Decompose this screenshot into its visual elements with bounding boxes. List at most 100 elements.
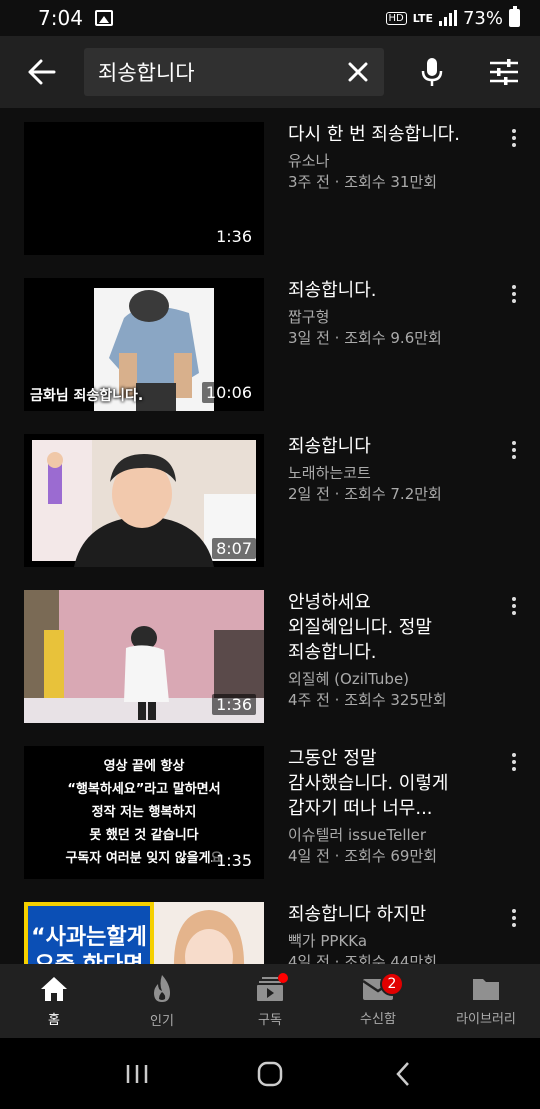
- home-circle-icon: [257, 1061, 283, 1086]
- video-duration: 1:36: [212, 694, 256, 715]
- search-header: 죄송합니다: [0, 36, 540, 108]
- video-meta: 죄송합니다 노래하는코트 2일 전 · 조회수 7.2만회: [288, 434, 493, 505]
- video-result-1[interactable]: 1:36 다시 한 번 죄송합니다. 유소나 3주 전 · 조회수 31만회: [0, 108, 540, 264]
- video-duration: 10:06: [201, 382, 256, 403]
- thumbnail-text-line: 영상 끝에 항상: [103, 759, 185, 774]
- video-duration: 1:35: [212, 850, 256, 871]
- system-navigation-bar: [0, 1038, 540, 1109]
- thumbnail-text-line: “행복하세요”라고 말하면서: [67, 782, 221, 797]
- video-result-2[interactable]: 금화님 죄송합니다. 10:06 죄송합니다. 짭구형 3일 전 · 조회수 9…: [0, 264, 540, 420]
- signal-icon: [438, 10, 457, 26]
- nav-inbox[interactable]: 2 수신함: [324, 964, 432, 1038]
- video-title-line: 죄송합니다.: [288, 642, 377, 663]
- battery-percent: 73%: [462, 7, 503, 29]
- thumbnail-text-line: 못 했던 것 같습니다: [89, 828, 199, 843]
- video-title-line: 갑자기 떠나 너무...: [288, 798, 433, 819]
- video-title[interactable]: 안녕하세요 외질혜입니다. 정말 죄송합니다.: [288, 590, 493, 665]
- hd-voice-icon: HD: [385, 11, 407, 25]
- video-title[interactable]: 죄송합니다 하지만: [288, 902, 493, 927]
- video-stats: 3주 전 · 조회수 31만회: [288, 173, 438, 191]
- gallery-notification-icon: [94, 10, 113, 26]
- search-input[interactable]: 죄송합니다: [84, 48, 384, 96]
- video-thumbnail[interactable]: 금화님 죄송합니다. 10:06: [24, 278, 264, 411]
- search-results-list: 1:36 다시 한 번 죄송합니다. 유소나 3주 전 · 조회수 31만회 금…: [0, 108, 540, 964]
- woman-portrait-image: [154, 902, 264, 964]
- video-thumbnail[interactable]: “사과는할게 요즘 한다면: [24, 902, 264, 964]
- bottom-navigation: 홈 인기 구독 2 수신함 라이브러리: [0, 964, 540, 1038]
- more-options-button[interactable]: [504, 282, 524, 306]
- home-icon: [41, 976, 67, 1001]
- video-title[interactable]: 다시 한 번 죄송합니다.: [288, 122, 493, 147]
- search-query-text: 죄송합니다: [98, 61, 195, 85]
- nav-trending[interactable]: 인기: [108, 964, 216, 1038]
- voice-search-button[interactable]: [412, 54, 452, 90]
- search-filters-button[interactable]: [484, 54, 524, 90]
- nav-home[interactable]: 홈: [0, 964, 108, 1038]
- channel-name[interactable]: 이슈텔러 issueTeller: [288, 825, 493, 845]
- video-thumbnail[interactable]: 1:36: [24, 122, 264, 255]
- video-stats: 3일 전 · 조회수 9.6만회: [288, 329, 442, 347]
- more-options-button[interactable]: [504, 438, 524, 462]
- thumbnail-text-line: 정작 저는 행복하지: [91, 805, 197, 820]
- status-bar: 7:04 HD LTE 73%: [0, 0, 540, 36]
- video-title-line: 그동안 정말: [288, 748, 377, 769]
- flame-icon: [154, 974, 170, 1002]
- video-thumbnail[interactable]: 1:36: [24, 590, 264, 723]
- close-icon: [348, 62, 368, 82]
- home-system-button[interactable]: [240, 1054, 300, 1094]
- video-title[interactable]: 죄송합니다: [288, 434, 493, 459]
- video-meta: 다시 한 번 죄송합니다. 유소나 3주 전 · 조회수 31만회: [288, 122, 493, 193]
- more-options-button[interactable]: [504, 126, 524, 150]
- video-title[interactable]: 죄송합니다.: [288, 278, 493, 303]
- video-stats: 4일 전 · 조회수 69만회: [288, 847, 438, 865]
- nav-label: 구독: [258, 1012, 282, 1028]
- inbox-count-badge: 2: [380, 972, 404, 996]
- video-title-line: 외질혜입니다. 정말: [288, 617, 432, 638]
- video-meta: 안녕하세요 외질혜입니다. 정말 죄송합니다. 외질혜 (OzilTube) 4…: [288, 590, 493, 711]
- video-stats: 4일 전 · 조회수 44만회: [288, 953, 438, 964]
- chevron-left-icon: [396, 1061, 410, 1086]
- channel-name[interactable]: 짭구형: [288, 307, 493, 327]
- more-options-button[interactable]: [504, 906, 524, 930]
- recent-apps-button[interactable]: [107, 1054, 167, 1094]
- video-result-3[interactable]: 8:07 죄송합니다 노래하는코트 2일 전 · 조회수 7.2만회: [0, 420, 540, 576]
- arrow-left-icon: [28, 59, 56, 85]
- video-title[interactable]: 그동안 정말 감사했습니다. 이렇게 갑자기 떠나 너무...: [288, 746, 493, 821]
- more-options-button[interactable]: [504, 594, 524, 618]
- more-options-button[interactable]: [504, 750, 524, 774]
- video-stats: 2일 전 · 조회수 7.2만회: [288, 485, 442, 503]
- back-button[interactable]: [0, 36, 84, 108]
- thumbnail-text-line: “사과는할게 요즘 한다면: [31, 925, 147, 964]
- video-duration: 1:36: [212, 226, 256, 247]
- video-result-5[interactable]: 영상 끝에 항상 “행복하세요”라고 말하면서 정작 저는 행복하지 못 했던 …: [0, 732, 540, 888]
- video-title-line: 감사했습니다. 이렇게: [288, 773, 449, 794]
- filter-sliders-icon: [490, 59, 518, 85]
- channel-name[interactable]: 유소나: [288, 151, 493, 171]
- nav-label: 인기: [150, 1013, 174, 1029]
- thumbnail-caption: 금화님 죄송합니다.: [30, 388, 144, 404]
- clear-search-button[interactable]: [342, 56, 374, 88]
- video-result-4[interactable]: 1:36 안녕하세요 외질혜입니다. 정말 죄송합니다. 외질혜 (OzilTu…: [0, 576, 540, 732]
- video-result-6[interactable]: “사과는할게 요즘 한다면 죄송합니다 하지만 빽가 PPKKa 4일 전 · …: [0, 888, 540, 964]
- video-thumbnail[interactable]: 영상 끝에 항상 “행복하세요”라고 말하면서 정작 저는 행복하지 못 했던 …: [24, 746, 264, 879]
- video-thumbnail[interactable]: 8:07: [24, 434, 264, 567]
- channel-name[interactable]: 외질혜 (OzilTube): [288, 669, 493, 689]
- video-stats: 4주 전 · 조회수 325만회: [288, 691, 447, 709]
- thumbnail-text-line: 구독자 여러분 잊지 않을게요: [65, 851, 223, 866]
- thumbnail-text-panel: “사과는할게 요즘 한다면: [24, 902, 154, 964]
- new-content-dot: [278, 973, 288, 983]
- folder-icon: [473, 978, 499, 1000]
- nav-label: 수신함: [360, 1011, 396, 1027]
- battery-icon: [509, 6, 520, 27]
- recent-apps-icon: [126, 1064, 147, 1083]
- nav-subscriptions[interactable]: 구독: [216, 964, 324, 1038]
- video-meta: 죄송합니다. 짭구형 3일 전 · 조회수 9.6만회: [288, 278, 493, 349]
- lte-icon: LTE: [412, 11, 433, 25]
- nav-library[interactable]: 라이브러리: [432, 964, 540, 1038]
- channel-name[interactable]: 빽가 PPKKa: [288, 931, 493, 951]
- back-system-button[interactable]: [373, 1054, 433, 1094]
- video-duration: 8:07: [212, 538, 256, 559]
- video-title-line: 안녕하세요: [288, 592, 371, 613]
- channel-name[interactable]: 노래하는코트: [288, 463, 493, 483]
- status-right: HD LTE 73%: [385, 6, 520, 29]
